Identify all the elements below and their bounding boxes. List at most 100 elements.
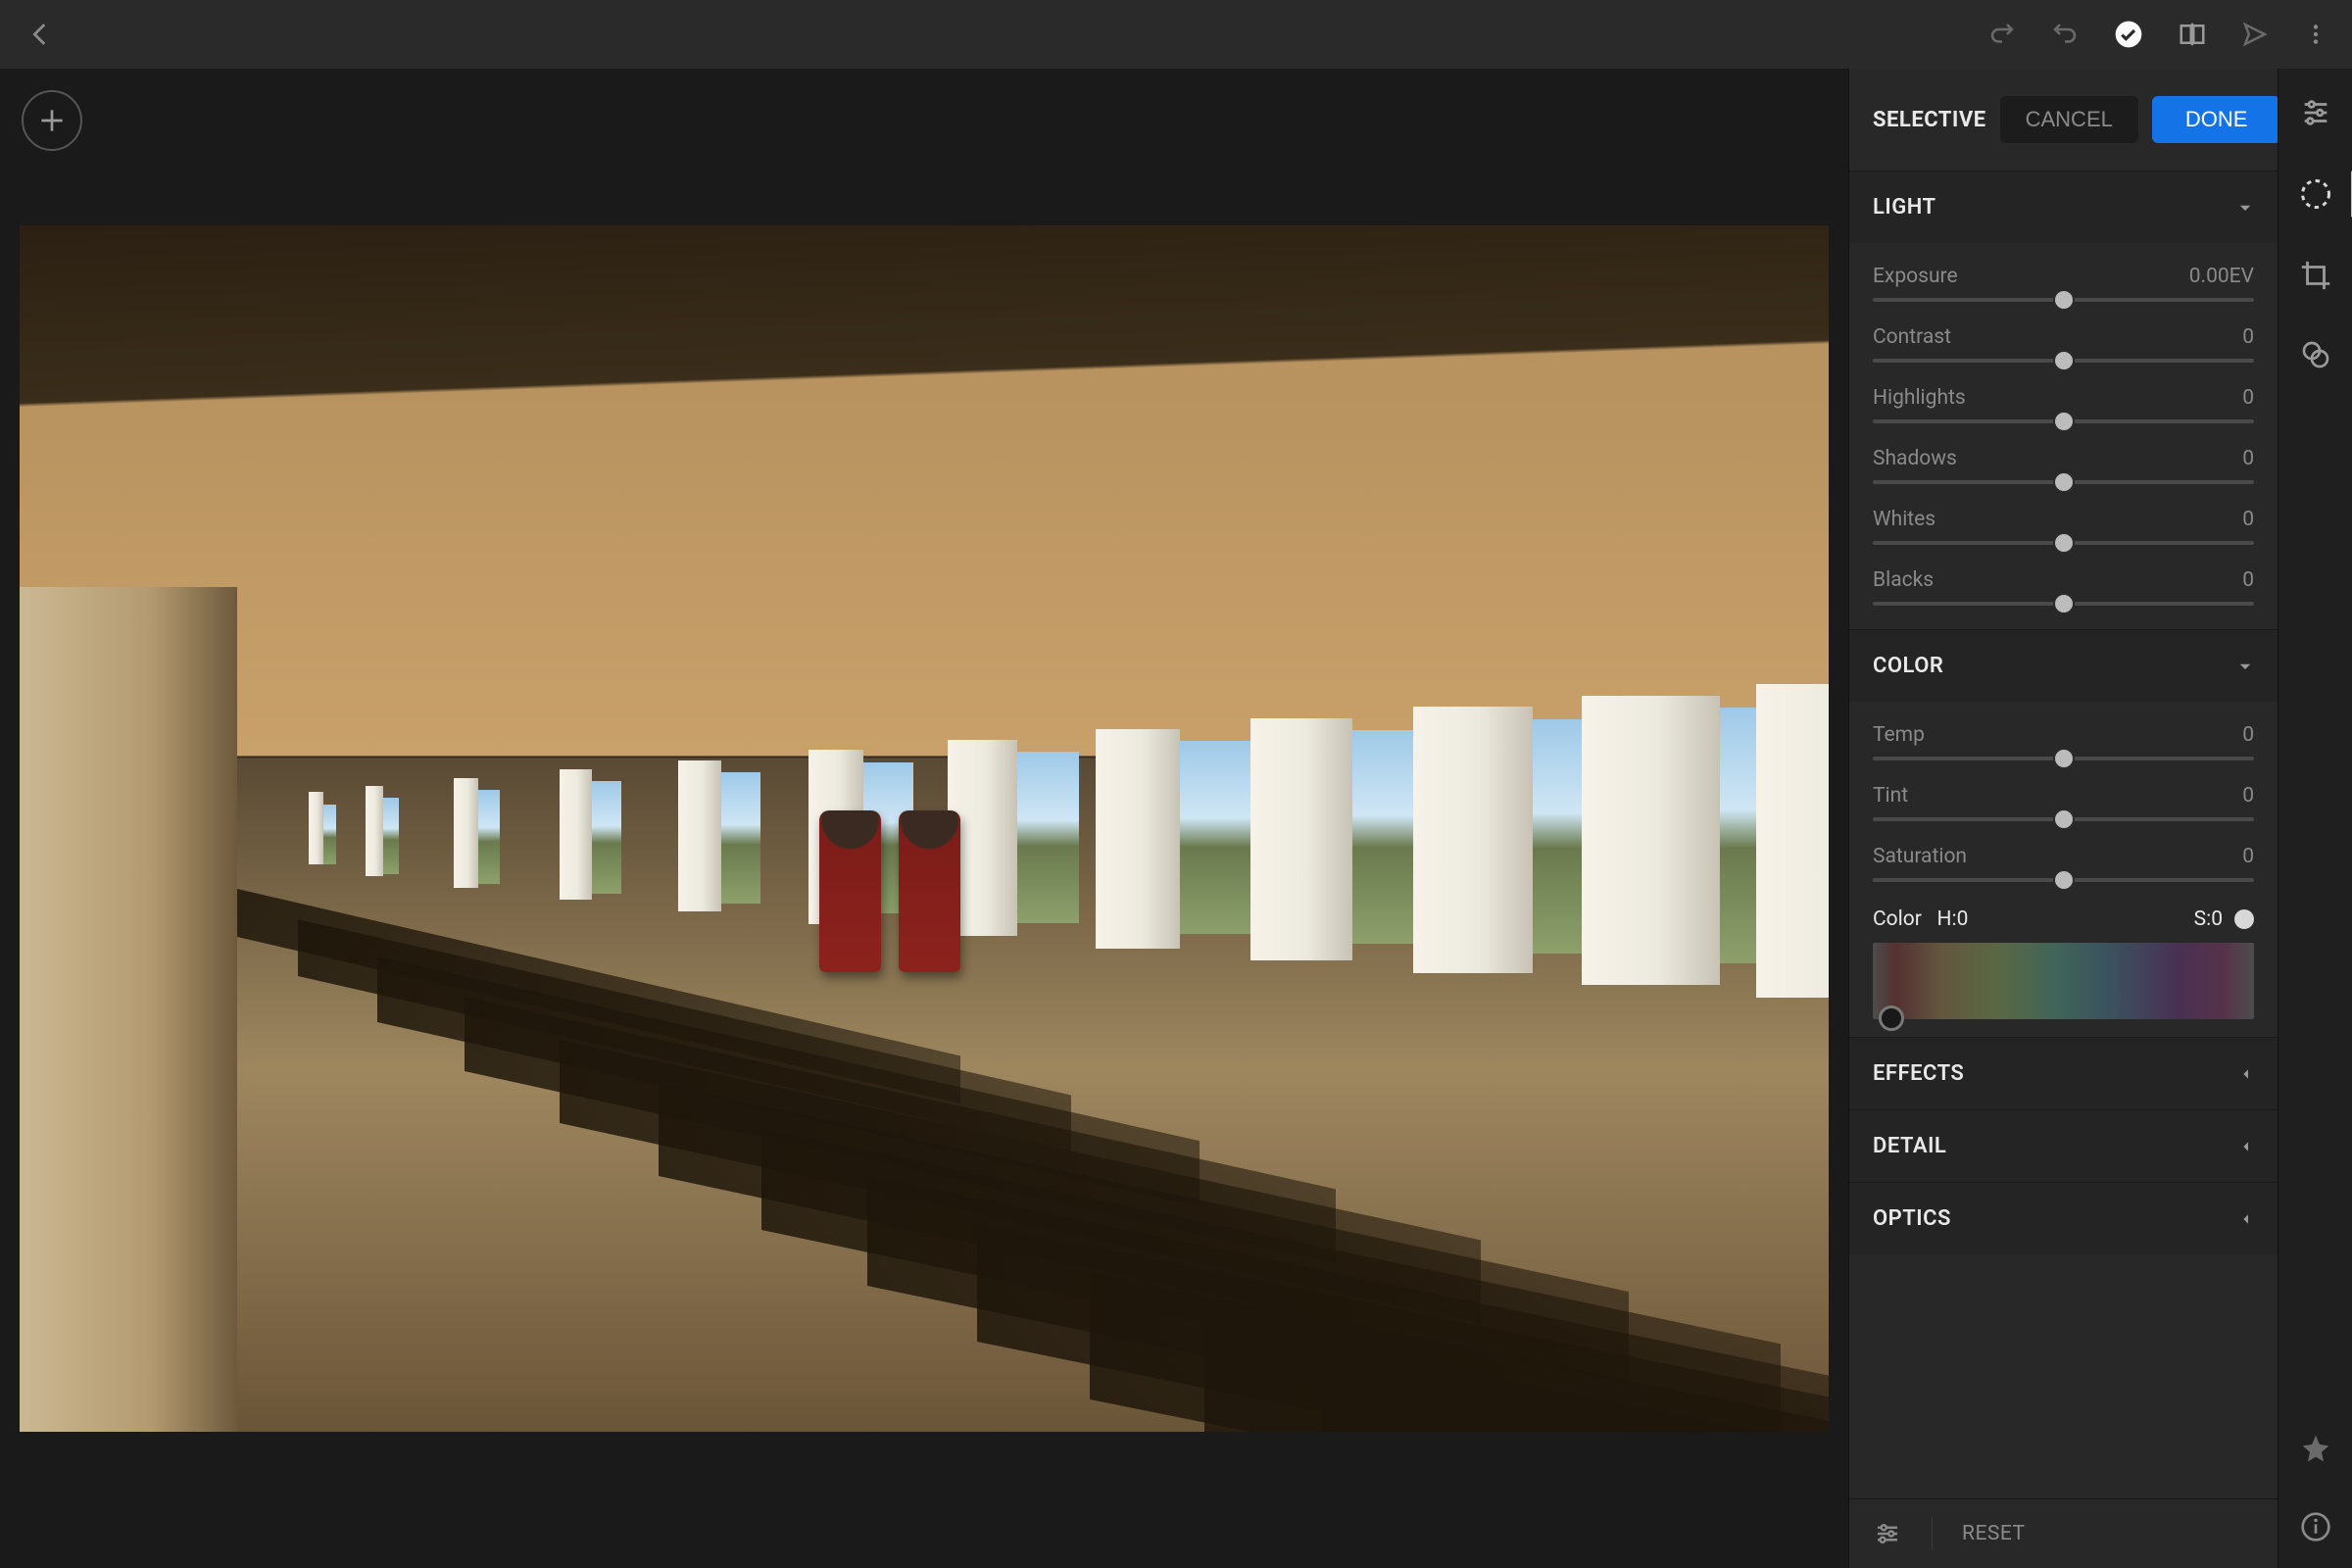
slider-label: Saturation [1873,845,1967,868]
slider-track[interactable] [1873,419,2254,423]
section-color: COLOR Temp 0 Tint 0 Saturation 0 [1849,629,2278,1037]
presets-tool-icon[interactable] [2300,339,2331,370]
chevron-left-icon [2238,1066,2254,1082]
slider-track[interactable] [1873,878,2254,882]
slider-value: 0 [2242,386,2254,410]
slider-track[interactable] [1873,602,2254,606]
slider-track[interactable] [1873,298,2254,302]
chevron-down-icon [2236,658,2254,675]
mode-label: SELECTIVE [1873,108,1986,132]
info-icon[interactable] [2300,1511,2331,1543]
slider-label: Blacks [1873,568,1934,592]
slider-highlights: Highlights 0 [1873,368,2254,429]
saturation-value: S:0 [2194,907,2223,931]
slider-value: 0 [2242,447,2254,470]
slider-thumb[interactable] [2053,869,2075,891]
slider-label: Temp [1873,723,1925,747]
section-title: OPTICS [1873,1206,1951,1231]
slider-value: 0 [2242,508,2254,531]
section-title: DETAIL [1873,1134,1946,1158]
more-icon[interactable] [2303,22,2328,47]
slider-thumb[interactable] [2053,532,2075,554]
redo-icon[interactable] [1987,20,2017,49]
chevron-left-icon [2238,1139,2254,1154]
slider-thumb[interactable] [2053,411,2075,432]
slider-temp: Temp 0 [1873,706,2254,766]
slider-tint: Tint 0 [1873,766,2254,827]
color-spectrum[interactable] [1873,943,2254,1019]
photo-subject [819,810,881,972]
undo-icon[interactable] [2050,20,2080,49]
cancel-button[interactable]: CANCEL [2000,96,2138,143]
selective-tool-icon[interactable] [2298,176,2333,212]
divider [1932,1517,1933,1550]
slider-track[interactable] [1873,541,2254,545]
slider-exposure: Exposure 0.00EV [1873,247,2254,308]
section-header-light[interactable]: LIGHT [1849,172,2278,243]
slider-track[interactable] [1873,817,2254,821]
section-effects: EFFECTS [1849,1037,2278,1109]
previous-settings-icon[interactable] [1873,1519,1902,1548]
crop-tool-icon[interactable] [2299,259,2332,292]
add-mask-button[interactable] [22,90,82,151]
section-title: EFFECTS [1873,1061,1964,1086]
color-hs-readout: Color H:0 S:0 [1873,888,2254,943]
slider-thumb[interactable] [2053,748,2075,769]
back-button[interactable] [24,18,57,51]
slider-value: 0 [2242,845,2254,868]
slider-track[interactable] [1873,359,2254,363]
slider-label: Whites [1873,508,1936,531]
slider-track[interactable] [1873,480,2254,484]
slider-track[interactable] [1873,757,2254,760]
section-header-effects[interactable]: EFFECTS [1849,1038,2278,1109]
slider-contrast: Contrast 0 [1873,308,2254,368]
slider-label: Contrast [1873,325,1951,349]
top-bar [0,0,2352,69]
section-title: COLOR [1873,654,1943,678]
adjust-tool-icon[interactable] [2299,96,2332,129]
chevron-down-icon [2236,199,2254,217]
reset-button[interactable]: RESET [1962,1522,2026,1545]
slider-thumb[interactable] [2053,593,2075,614]
section-header-optics[interactable]: OPTICS [1849,1183,2278,1254]
done-button[interactable]: DONE [2152,96,2278,143]
color-spectrum-thumb[interactable] [1879,1005,1904,1031]
hue-value: H:0 [1937,907,1969,931]
app-root: SELECTIVE CANCEL DONE LIGHT Exposure 0.0… [0,0,2352,1568]
panel-scroll[interactable]: LIGHT Exposure 0.00EV Contrast 0 Highlig… [1849,171,2278,1498]
photo-preview[interactable] [20,225,1829,1432]
slider-shadows: Shadows 0 [1873,429,2254,490]
mode-row: SELECTIVE CANCEL DONE [1849,69,2278,171]
share-icon[interactable] [2240,20,2270,49]
canvas[interactable] [0,69,1848,1568]
section-detail: DETAIL [1849,1109,2278,1182]
star-icon[interactable] [2300,1433,2331,1464]
edit-panel: SELECTIVE CANCEL DONE LIGHT Exposure 0.0… [1848,69,2278,1568]
slider-whites: Whites 0 [1873,490,2254,551]
tool-rail [2278,69,2352,1568]
slider-label: Exposure [1873,265,1958,288]
main-row: SELECTIVE CANCEL DONE LIGHT Exposure 0.0… [0,69,2352,1568]
color-hs-prefix: Color [1873,907,1922,931]
section-optics: OPTICS [1849,1182,2278,1254]
saturation-swatch-icon [2234,909,2254,929]
slider-value: 0 [2242,325,2254,349]
slider-value: 0 [2242,723,2254,747]
slider-label: Tint [1873,784,1908,808]
chevron-left-icon [2238,1211,2254,1227]
section-light: LIGHT Exposure 0.00EV Contrast 0 Highlig… [1849,171,2278,629]
slider-thumb[interactable] [2053,808,2075,830]
slider-value: 0.00EV [2189,265,2254,288]
slider-value: 0 [2242,784,2254,808]
section-header-color[interactable]: COLOR [1849,630,2278,702]
section-title: LIGHT [1873,195,1936,220]
section-header-detail[interactable]: DETAIL [1849,1110,2278,1182]
slider-thumb[interactable] [2053,471,2075,493]
slider-label: Highlights [1873,386,1966,410]
panel-bottom-bar: RESET [1849,1498,2278,1568]
compare-icon[interactable] [2178,20,2207,49]
slider-blacks: Blacks 0 [1873,551,2254,612]
cloud-sync-icon[interactable] [2113,19,2144,50]
slider-thumb[interactable] [2053,289,2075,311]
slider-thumb[interactable] [2053,350,2075,371]
